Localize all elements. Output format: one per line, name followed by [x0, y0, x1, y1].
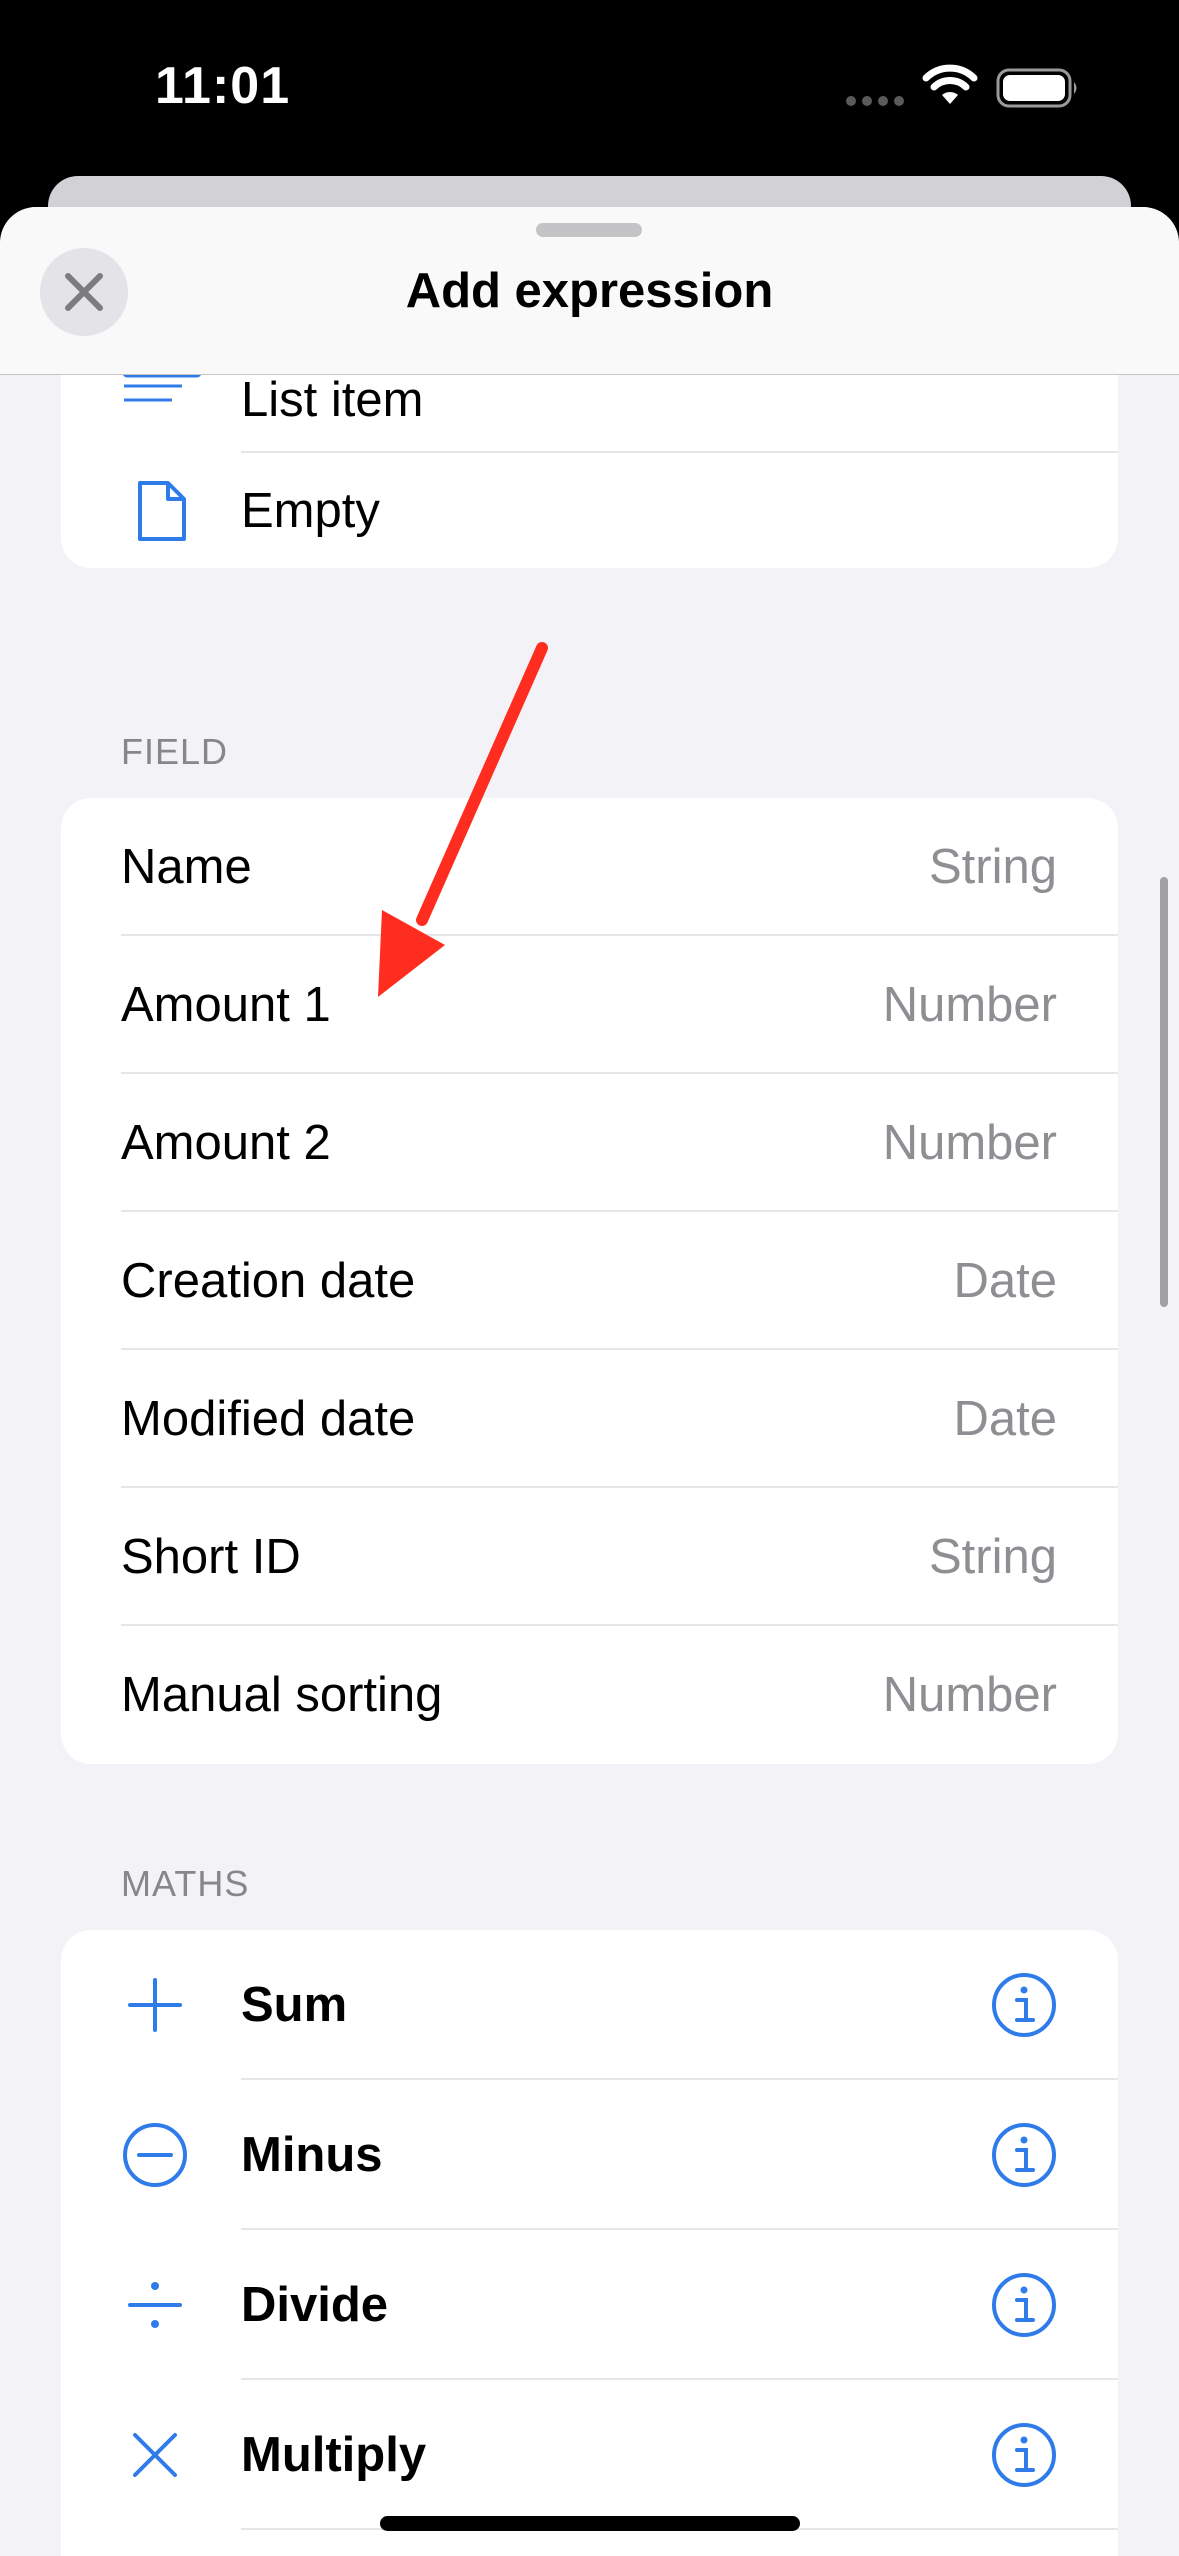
home-indicator[interactable]: [380, 2516, 800, 2531]
add-expression-sheet: Add expression List item Empty FIELD Nam…: [0, 207, 1179, 2556]
info-icon[interactable]: [991, 2272, 1057, 2338]
field-label: Amount 2: [121, 1116, 331, 1170]
field-row[interactable]: Short ID String: [61, 1488, 1118, 1626]
document-icon: [138, 480, 186, 541]
field-type: String: [928, 1530, 1057, 1584]
math-row-sum[interactable]: Sum: [61, 1930, 1118, 2080]
info-icon[interactable]: [991, 2422, 1057, 2488]
empty-label: Empty: [241, 483, 380, 538]
maths-section-header: MATHS: [121, 1863, 250, 1904]
multiply-icon: [133, 2433, 177, 2477]
field-label: Name: [121, 840, 252, 894]
field-label: Creation date: [121, 1254, 416, 1308]
status-bar: 11:01: [0, 0, 1179, 175]
math-row-minus[interactable]: Minus: [61, 2080, 1118, 2230]
sheet-grabber[interactable]: [536, 223, 642, 237]
scroll-indicator[interactable]: [1160, 877, 1168, 1307]
wifi-icon: [922, 64, 978, 104]
field-row[interactable]: Manual sorting Number: [61, 1626, 1118, 1764]
math-label: Minus: [241, 2128, 383, 2182]
math-row-multiply[interactable]: Multiply: [61, 2380, 1118, 2530]
status-time: 11:01: [155, 57, 291, 115]
battery-icon: [996, 68, 1077, 108]
divide-icon: [128, 2282, 182, 2328]
plus-icon: [128, 1978, 182, 2032]
field-label: Amount 1: [121, 978, 331, 1032]
sheet-content: List item Empty FIELD Name String Amount…: [0, 315, 1179, 2556]
maths-card: Sum Minus Divide Multiply: [61, 1930, 1118, 2556]
field-type: Number: [882, 978, 1057, 1032]
field-label: Modified date: [121, 1392, 416, 1446]
field-type: Date: [953, 1254, 1057, 1308]
info-icon[interactable]: [991, 1972, 1057, 2038]
field-row[interactable]: Name String: [61, 798, 1118, 936]
annotation-arrow-icon: [378, 642, 548, 997]
field-card: Name String Amount 1 Number Amount 2 Num…: [61, 798, 1118, 1764]
field-type: Number: [882, 1116, 1057, 1170]
math-label: Multiply: [241, 2428, 427, 2482]
field-row[interactable]: Amount 2 Number: [61, 1074, 1118, 1212]
sheet-title: Add expression: [405, 264, 774, 318]
math-label: Divide: [241, 2278, 389, 2332]
field-type: Date: [953, 1392, 1057, 1446]
field-row[interactable]: Modified date Date: [61, 1350, 1118, 1488]
field-row[interactable]: Amount 1 Number: [61, 936, 1118, 1074]
field-label: Short ID: [121, 1530, 301, 1584]
math-row-divide[interactable]: Divide: [61, 2230, 1118, 2380]
list-item-label: List item: [241, 373, 424, 427]
field-row[interactable]: Creation date Date: [61, 1212, 1118, 1350]
info-icon[interactable]: [991, 2122, 1057, 2188]
empty-row[interactable]: Empty: [61, 453, 1118, 568]
sheet-header: Add expression: [0, 207, 1179, 375]
minus-circle-icon: [123, 2123, 187, 2187]
field-type: String: [928, 840, 1057, 894]
field-type: Number: [882, 1668, 1057, 1722]
cellular-signal-icon: [846, 96, 906, 108]
field-section-header: FIELD: [121, 731, 229, 772]
field-label: Manual sorting: [121, 1668, 443, 1722]
math-label: Sum: [241, 1978, 348, 2032]
